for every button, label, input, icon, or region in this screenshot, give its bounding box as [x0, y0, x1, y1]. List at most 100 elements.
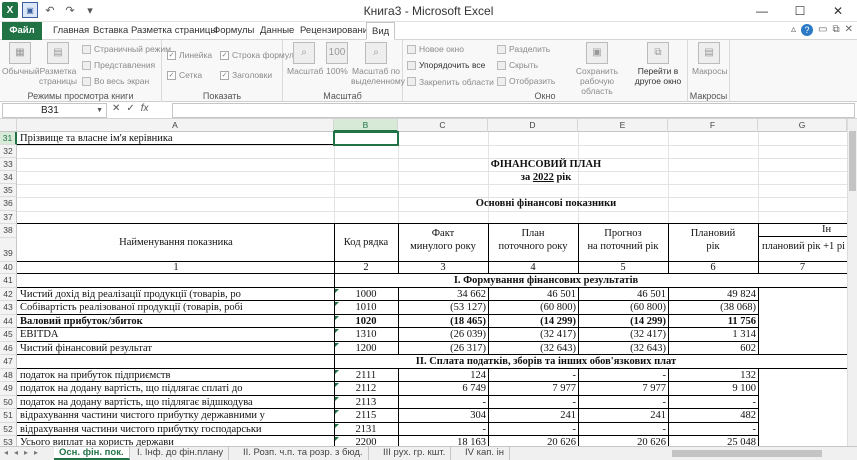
row-header-50[interactable]: 50	[0, 396, 17, 409]
table-cell-code[interactable]: 1010	[334, 301, 398, 315]
row-header-37[interactable]: 37	[0, 211, 17, 224]
column-header-e[interactable]: E	[578, 119, 668, 132]
custom-views-button[interactable]: Представления	[82, 60, 155, 70]
table-cell-fact[interactable]: 6 749	[398, 382, 488, 396]
sheet-tab-profit-distribution[interactable]: II. Розп. ч.п. та розр. з бюд.	[238, 447, 369, 460]
table-cell-code[interactable]: 2200	[334, 436, 398, 446]
table-cell-forecast[interactable]: 241	[578, 409, 668, 423]
row-header-41[interactable]: 41	[0, 274, 17, 288]
freeze-panes-button[interactable]: Закрепить области▾	[407, 76, 501, 87]
new-window-button[interactable]: Новое окно	[407, 44, 464, 54]
table-cell-forecast[interactable]: (60 800)	[578, 301, 668, 315]
sheet-tab-cash-flow[interactable]: III рух. гр. кшт.	[378, 447, 452, 460]
minimize-button[interactable]: —	[743, 0, 781, 22]
row-header-36[interactable]: 36	[0, 197, 17, 211]
macros-button[interactable]: ▤ Макросы	[692, 42, 727, 76]
column-header-a[interactable]: A	[17, 119, 334, 132]
table-cell-fact[interactable]: (26 039)	[398, 328, 488, 342]
formula-cancel-icon[interactable]: ✕	[112, 103, 120, 114]
formula-enter-icon[interactable]: ✓	[126, 103, 134, 114]
maximize-button[interactable]: ☐	[781, 0, 819, 22]
table-cell-name[interactable]: EBITDA	[18, 328, 334, 342]
unhide-button[interactable]: Отобразить	[497, 76, 555, 86]
table-cell-fact[interactable]: 18 163	[398, 436, 488, 446]
save-workspace-button[interactable]: ▣ Сохранить рабочую область	[568, 42, 626, 96]
split-button[interactable]: Разделить	[497, 44, 550, 54]
selected-cell-b31[interactable]	[333, 131, 399, 146]
table-cell-name[interactable]: Собівартість реалізованої продукції (тов…	[18, 301, 334, 315]
row-header-42[interactable]: 42	[0, 288, 17, 301]
doc-minimize-icon[interactable]: ▭	[818, 24, 827, 36]
zoom-selection-button[interactable]: ⌕ Масштаб по выделенному	[351, 42, 405, 86]
table-cell-plan[interactable]: (60 800)	[488, 301, 578, 315]
table-cell-fact[interactable]: (53 127)	[398, 301, 488, 315]
table-cell-fact[interactable]: 304	[398, 409, 488, 423]
row-header-52[interactable]: 52	[0, 423, 17, 436]
name-box[interactable]: B31 ▼	[2, 103, 107, 118]
horizontal-scrollbar[interactable]	[660, 449, 847, 458]
row-header-31[interactable]: 31	[0, 132, 17, 145]
first-sheet-icon[interactable]: ◂	[4, 448, 8, 457]
doc-close-icon[interactable]: ✕	[845, 24, 853, 36]
table-cell-forecast[interactable]: (32 417)	[578, 328, 668, 342]
page-layout-view-button[interactable]: ▤ Разметка страницы	[38, 42, 78, 86]
row-header-34[interactable]: 34	[0, 171, 17, 184]
ruler-checkbox[interactable]: ✓ Линейка	[167, 50, 212, 60]
full-screen-button[interactable]: Во весь экран	[82, 76, 149, 86]
row-header-40[interactable]: 40	[0, 262, 17, 274]
page-break-view-button[interactable]: Страничный режим	[82, 44, 171, 54]
prev-sheet-icon[interactable]: ◂	[14, 448, 18, 457]
table-cell-code[interactable]: 1310	[334, 328, 398, 342]
column-header-g[interactable]: G	[758, 119, 847, 132]
switch-windows-button[interactable]: ⧉ Перейти в другое окно	[631, 42, 685, 86]
table-cell-planned[interactable]: (38 068)	[668, 301, 758, 315]
gridlines-checkbox[interactable]: ✓ Сетка	[167, 70, 202, 80]
table-cell-name[interactable]: відрахування частини чистого прибутку де…	[18, 409, 334, 423]
vertical-scrollbar[interactable]	[847, 119, 857, 446]
row-header-45[interactable]: 45	[0, 328, 17, 342]
name-box-dropdown-icon[interactable]: ▼	[96, 104, 103, 117]
row-header-46[interactable]: 46	[0, 342, 17, 355]
horizontal-scroll-thumb[interactable]	[672, 450, 822, 457]
row-header-44[interactable]: 44	[0, 315, 17, 328]
tab-file[interactable]: Файл	[2, 22, 42, 40]
help-icon[interactable]: ?	[801, 24, 814, 36]
column-header-d[interactable]: D	[488, 119, 578, 132]
row-header-48[interactable]: 48	[0, 369, 17, 382]
sheet-tab-fin-plan-info[interactable]: I. Інф. до фін.плану	[132, 447, 230, 460]
column-header-f[interactable]: F	[668, 119, 758, 132]
row-header-32[interactable]: 32	[0, 145, 17, 158]
column-header-c[interactable]: C	[398, 119, 488, 132]
arrange-all-button[interactable]: Упорядочить все	[407, 60, 485, 70]
zoom-button[interactable]: ⌕ Масштаб	[287, 42, 323, 76]
tab-data[interactable]: Данные	[255, 22, 299, 40]
doc-restore-icon[interactable]: ⧉	[832, 24, 839, 36]
worksheet-grid[interactable]: A B C D E F G 31 32 33 34 35 36 37 38 39…	[0, 119, 847, 446]
table-cell-plan[interactable]: 7 977	[488, 382, 578, 396]
formula-input[interactable]	[172, 103, 855, 118]
select-all-corner[interactable]	[0, 119, 17, 132]
hide-button[interactable]: Скрыть	[497, 60, 538, 70]
table-cell-name[interactable]: податок на додану вартість, що підлягає …	[18, 382, 334, 396]
table-cell-code[interactable]: 2115	[334, 409, 398, 423]
table-cell-planned[interactable]: 9 100	[668, 382, 758, 396]
table-cell-plan[interactable]: 20 626	[488, 436, 578, 446]
tab-formulas[interactable]: Формулы	[208, 22, 259, 40]
row-header-38[interactable]: 38	[0, 224, 17, 238]
headings-checkbox[interactable]: ✓ Заголовки	[220, 70, 272, 80]
row-header-39[interactable]: 39	[0, 238, 17, 262]
tab-view[interactable]: Вид	[366, 22, 396, 40]
insert-function-icon[interactable]: fx	[141, 103, 149, 114]
table-cell-name[interactable]: Усього виплат на користь держави	[18, 436, 334, 446]
table-cell-planned[interactable]: 25 048	[668, 436, 758, 446]
row-header-43[interactable]: 43	[0, 301, 17, 315]
table-cell-forecast[interactable]: 7 977	[578, 382, 668, 396]
vertical-scroll-thumb[interactable]	[849, 131, 856, 191]
table-cell-plan[interactable]: (32 417)	[488, 328, 578, 342]
next-sheet-icon[interactable]: ▸	[24, 448, 28, 457]
close-button[interactable]: ✕	[819, 0, 857, 22]
normal-view-button[interactable]: ▦ Обычный	[2, 42, 40, 76]
row-header-47[interactable]: 47	[0, 355, 17, 369]
ribbon-collapse-icon[interactable]: ▵	[791, 24, 796, 36]
table-cell-planned[interactable]: 482	[668, 409, 758, 423]
